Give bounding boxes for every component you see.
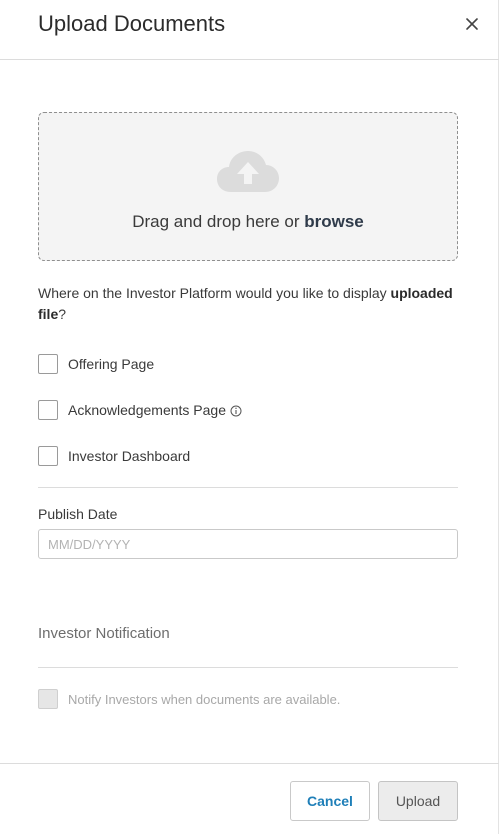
question-prefix: Where on the Investor Platform would you… — [38, 285, 391, 301]
acknowledgements-page-label: Acknowledgements Page — [68, 402, 226, 418]
info-icon[interactable] — [230, 404, 242, 417]
browse-link[interactable]: browse — [304, 212, 364, 231]
notify-investors-checkbox — [38, 689, 58, 709]
option-offering-page[interactable]: Offering Page — [38, 354, 154, 374]
upload-documents-modal: Upload Documents Drag and drop here or b… — [0, 0, 499, 834]
close-icon[interactable] — [461, 13, 483, 35]
file-dropzone[interactable]: Drag and drop here or browse — [38, 112, 458, 261]
investor-dashboard-label: Investor Dashboard — [68, 448, 191, 464]
publish-date-label: Publish Date — [38, 506, 118, 522]
upload-button[interactable]: Upload — [378, 781, 458, 821]
acknowledgements-page-checkbox[interactable] — [38, 400, 58, 420]
investor-notification-title: Investor Notification — [38, 625, 170, 642]
modal-footer: Cancel Upload — [0, 763, 499, 834]
cancel-button[interactable]: Cancel — [290, 781, 370, 821]
question-suffix: ? — [58, 306, 67, 322]
option-investor-dashboard[interactable]: Investor Dashboard — [38, 446, 190, 466]
notify-investors-option: Notify Investors when documents are avai… — [38, 689, 340, 709]
offering-page-checkbox[interactable] — [38, 354, 58, 374]
dropzone-text: Drag and drop here or browse — [39, 212, 457, 232]
option-acknowledgements-page[interactable]: Acknowledgements Page — [38, 400, 242, 420]
modal-title: Upload Documents — [38, 11, 226, 36]
cloud-upload-icon — [217, 151, 279, 193]
section-divider — [38, 487, 458, 488]
investor-dashboard-checkbox[interactable] — [38, 446, 58, 466]
offering-page-label: Offering Page — [68, 356, 155, 372]
dropzone-instruction: Drag and drop here or — [132, 212, 305, 231]
modal-header: Upload Documents — [0, 0, 499, 60]
publish-date-input[interactable] — [38, 529, 458, 559]
notification-divider — [38, 667, 458, 668]
display-location-question: Where on the Investor Platform would you… — [38, 283, 458, 325]
notify-investors-label: Notify Investors when documents are avai… — [68, 691, 341, 707]
